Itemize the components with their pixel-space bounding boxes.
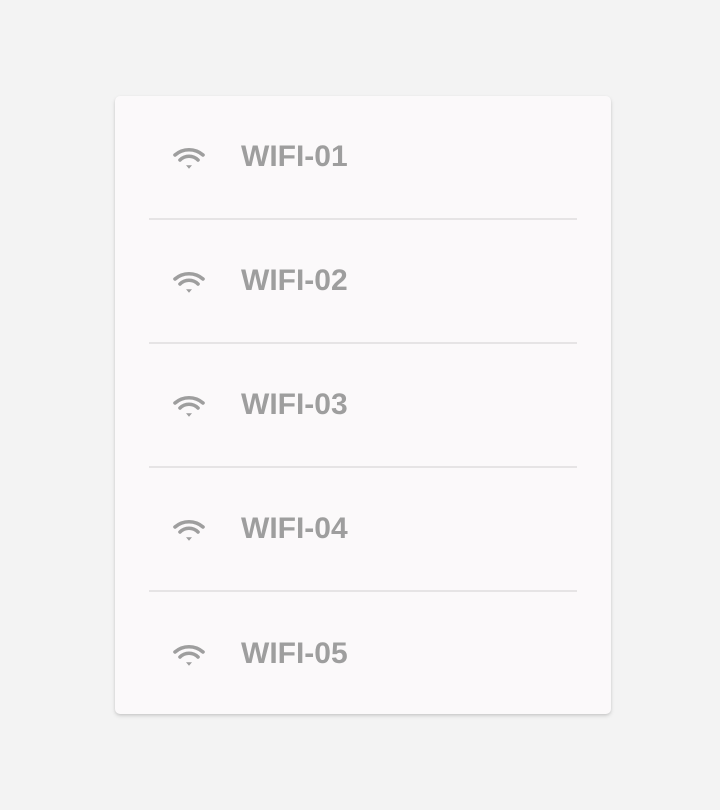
wifi-network-label: WIFI-05: [241, 637, 348, 670]
wifi-network-label: WIFI-03: [241, 388, 348, 421]
wifi-icon: [171, 391, 207, 419]
wifi-network-list: WIFI-01 WIFI-02 WIFI-03 WIFI-04 WIFI-05: [115, 96, 611, 714]
wifi-icon: [171, 267, 207, 295]
wifi-icon: [171, 515, 207, 543]
wifi-icon: [171, 143, 207, 171]
wifi-network-label: WIFI-01: [241, 140, 348, 173]
wifi-network-item[interactable]: WIFI-01: [149, 96, 577, 220]
wifi-network-list-card: WIFI-01 WIFI-02 WIFI-03 WIFI-04 WIFI-05: [115, 96, 611, 714]
wifi-icon: [171, 640, 207, 668]
wifi-network-label: WIFI-02: [241, 264, 348, 297]
wifi-network-item[interactable]: WIFI-04: [149, 468, 577, 592]
wifi-network-item[interactable]: WIFI-02: [149, 220, 577, 344]
wifi-network-label: WIFI-04: [241, 512, 348, 545]
wifi-network-item[interactable]: WIFI-03: [149, 344, 577, 468]
wifi-network-item[interactable]: WIFI-05: [149, 592, 577, 714]
